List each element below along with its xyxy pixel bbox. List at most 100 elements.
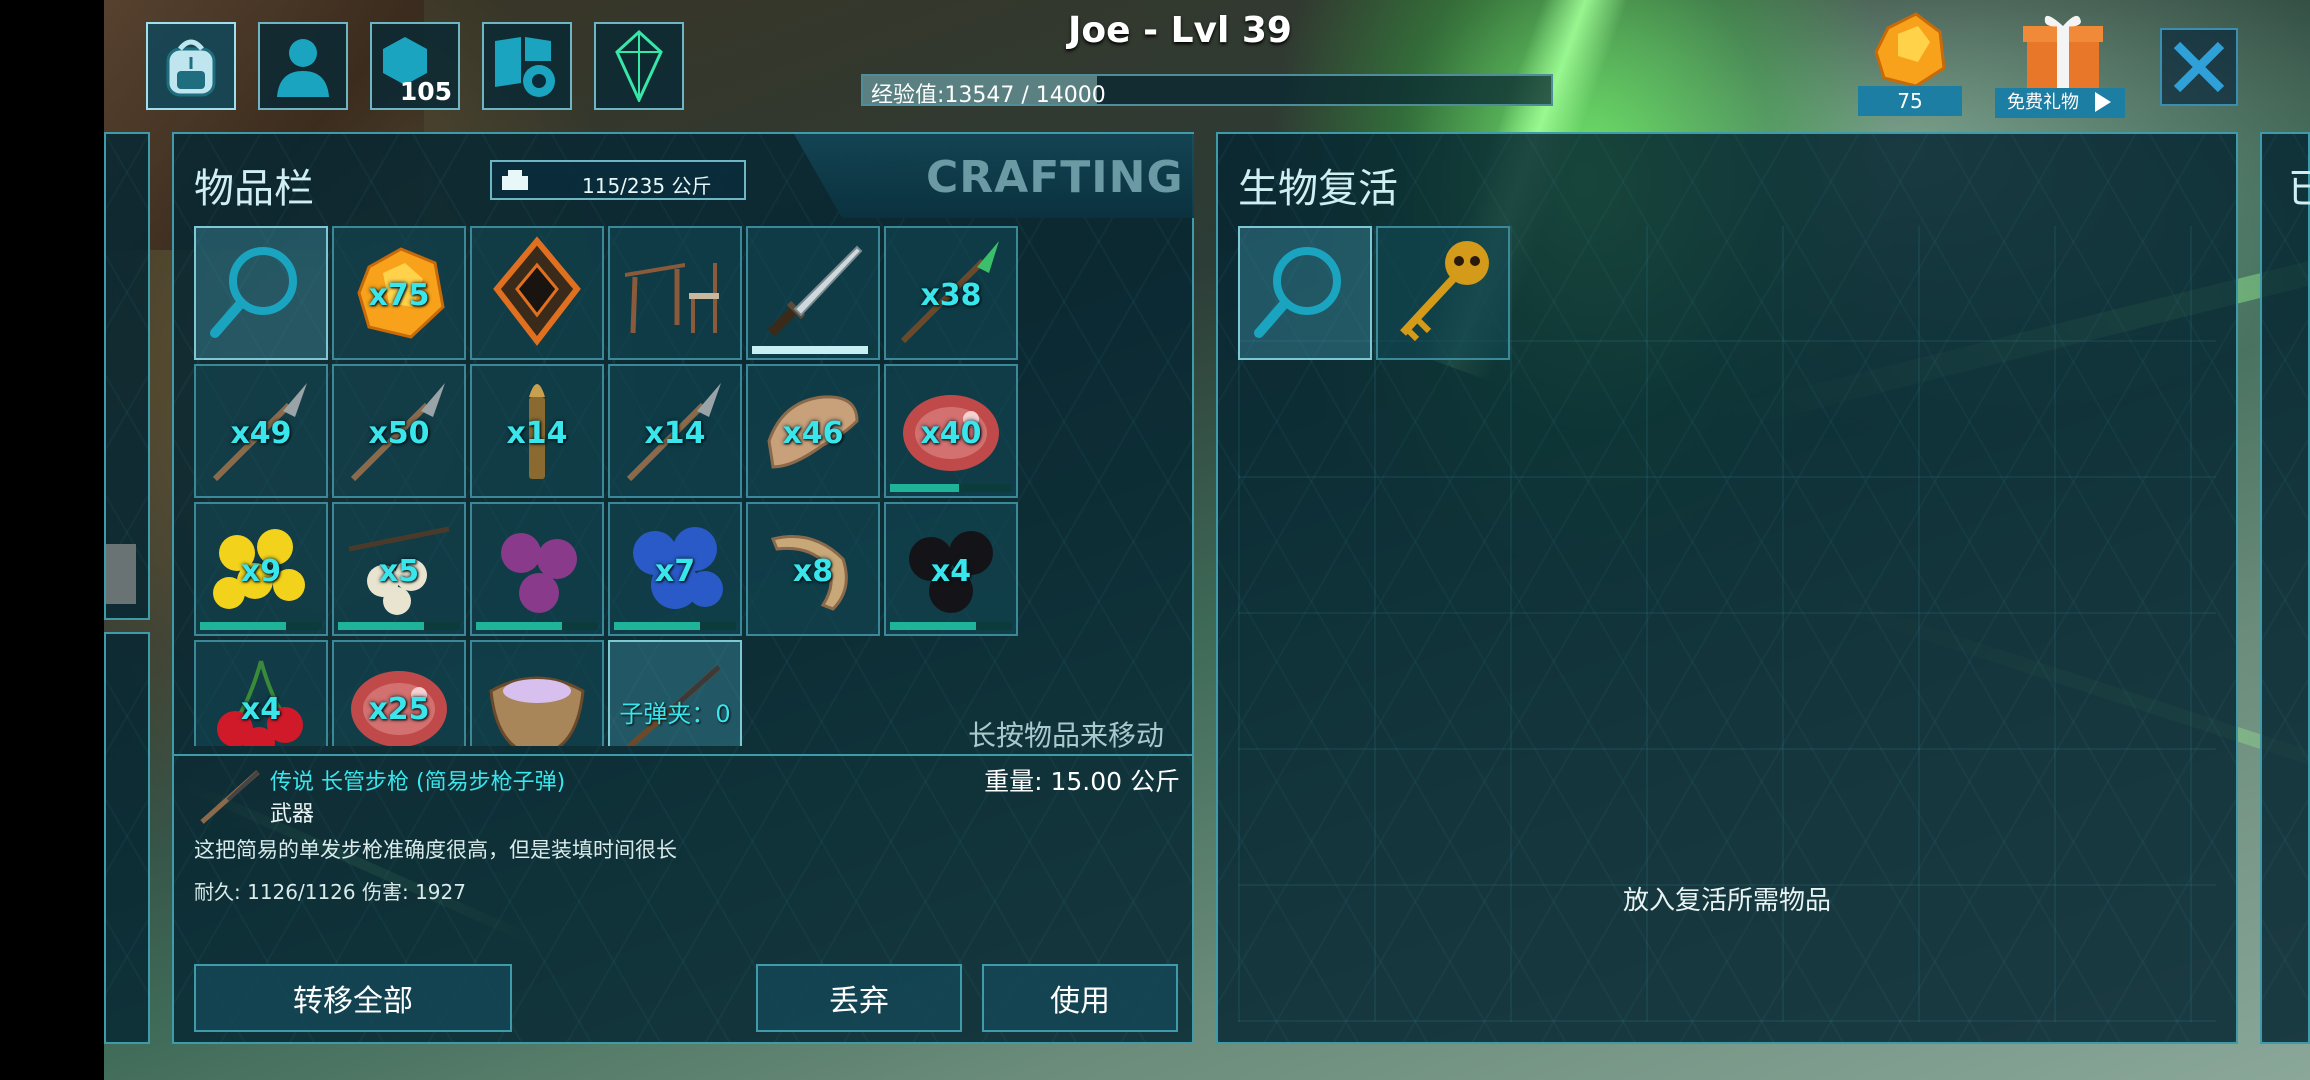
bowl-icon [489,676,585,746]
inventory-slot-amber[interactable]: x75 [332,226,466,360]
revive-title: 生物复活 [1238,166,1398,212]
item-quantity: x38 [920,278,982,313]
item-weight: 重量: 15.00 公斤 [984,767,1180,796]
item-quantity: x75 [368,278,430,313]
inventory-weight: 115/235 公斤 [490,160,746,200]
table-chair-icon [625,263,719,334]
play-icon [2095,92,2111,112]
item-quantity: x50 [368,416,430,451]
inventory-slot-implant[interactable] [470,226,604,360]
gift-box-icon [2023,15,2103,88]
item-stats: 耐久: 1126/1126 伤害: 1927 [194,880,466,904]
item-quantity: x25 [368,692,430,727]
item-type: 武器 [270,802,315,827]
left-side-panel-lower[interactable] [104,632,150,1044]
durability-bar [752,346,868,354]
inventory-slot-furniture[interactable] [608,226,742,360]
inventory-slot-bowl[interactable] [470,640,604,746]
left-side-panel[interactable] [104,132,150,620]
rifle-icon [200,770,260,824]
drop-button[interactable]: 丢弃 [756,964,962,1032]
skull-key-icon [1400,241,1489,342]
move-hint: 长按物品来移动 [967,719,1164,752]
item-quantity: x14 [644,416,706,451]
backpack-icon [166,39,216,97]
inventory-weight-text: 115/235 公斤 [582,174,712,198]
tab-character[interactable] [258,22,348,110]
inventory-slot-hide[interactable]: x46 [746,364,880,498]
item-description: 这把简易的单发步枪准确度很高，但是装填时间很长 [194,838,677,862]
weight-icon [502,170,528,190]
amber-currency[interactable]: 75 [1858,8,1962,116]
freshness-bar [338,622,424,630]
tab-crafting[interactable]: CRAFTING [794,134,1194,218]
tab-engrams[interactable]: 105 [370,22,460,110]
crafting-tab-label: CRAFTING [926,152,1184,203]
inventory-slot-meat2[interactable]: x25 [332,640,466,746]
item-quantity: x4 [240,692,282,727]
implant-icon [493,236,581,346]
amber-count: 75 [1858,86,1962,116]
inventory-slot-tintoberry[interactable]: x5 [332,502,466,636]
inventory-slot-wood[interactable]: x8 [746,502,880,636]
use-button[interactable]: 使用 [982,964,1178,1032]
person-icon [277,39,329,97]
inventory-slot-meat[interactable]: x40 [884,364,1018,498]
inventory-title: 物品栏 [194,166,314,212]
inventory-slot-sword[interactable] [746,226,880,360]
amber-icon [1874,12,1946,88]
item-quantity: x5 [378,554,420,589]
inventory-slot-arrow1[interactable]: x49 [194,364,328,498]
search-icon [1254,247,1341,338]
engram-points-count: 105 [399,77,452,106]
sword-icon [767,245,863,337]
tab-inventory[interactable] [146,22,236,110]
inventory-slot-search[interactable] [194,226,328,360]
freshness-bar [476,622,562,630]
inventory-slot-narcoberry[interactable]: x4 [884,502,1018,636]
item-quantity: x8 [792,554,834,589]
freshness-bar [890,622,976,630]
item-quantity: x9 [240,554,282,589]
right-side-panel[interactable]: 已 [2260,132,2310,1044]
inventory-slot-spear-green[interactable]: x38 [884,226,1018,360]
scroll-handle[interactable] [106,544,136,604]
tab-element[interactable] [594,22,684,110]
inventory-slot-amarberry[interactable]: x9 [194,502,328,636]
close-button[interactable] [2160,28,2238,106]
freshness-bar [200,622,286,630]
item-details: 传说 长管步枪 (简易步枪子弹) 武器 这把简易的单发步枪准确度很高，但是装填时… [174,754,1192,964]
inventory-grid: x75 x38 x49 x50 x14 x14 x46 x40 x9 x5 x7 x8 x4 x4 x25 子… [194,226,1024,746]
item-quantity: x14 [506,416,568,451]
transfer-all-button[interactable]: 转移全部 [194,964,512,1032]
inventory-slot-mejoberry[interactable]: x7 [608,502,742,636]
item-quantity: x46 [782,416,844,451]
player-name-level: Joe - Lvl 39 [1068,10,1292,51]
item-name: 传说 长管步枪 (简易步枪子弹) [270,770,566,795]
crystal-icon [615,30,663,102]
book-gear-icon [495,37,555,97]
inventory-slot-azulberry[interactable] [470,502,604,636]
item-quantity: x4 [930,554,972,589]
inventory-slot-key[interactable] [1376,226,1510,360]
freshness-bar [890,484,960,492]
inventory-slot-cherry[interactable]: x4 [194,640,328,746]
search-icon [210,247,297,338]
revive-panel: 生物复活 放入复活所需物品 [1216,132,2238,1044]
item-quantity: x7 [654,554,696,589]
xp-bar: 经验值:13547 / 14000 [861,74,1553,108]
inventory-slot-bullet[interactable]: x14 [470,364,604,498]
inventory-slot-rifle[interactable]: 子弹夹：0 [608,640,742,746]
free-gift-button[interactable]: 免费礼物 [1995,8,2125,118]
tab-settings[interactable] [482,22,572,110]
inventory-slot-arrow2[interactable]: x50 [332,364,466,498]
inventory-panel: 物品栏 115/235 公斤 CRAFTING x75 x38 x49 x50 x14 x… [172,132,1194,1044]
right-panel-title: 已 [2288,166,2310,212]
revive-grid [1238,226,2038,746]
xp-text: 经验值:13547 / 14000 [871,83,1106,108]
item-quantity: x49 [230,416,292,451]
berry-purple-icon [501,533,577,613]
inventory-slot-search[interactable] [1238,226,1372,360]
inventory-slot-arrow3[interactable]: x14 [608,364,742,498]
close-icon [2173,41,2225,93]
